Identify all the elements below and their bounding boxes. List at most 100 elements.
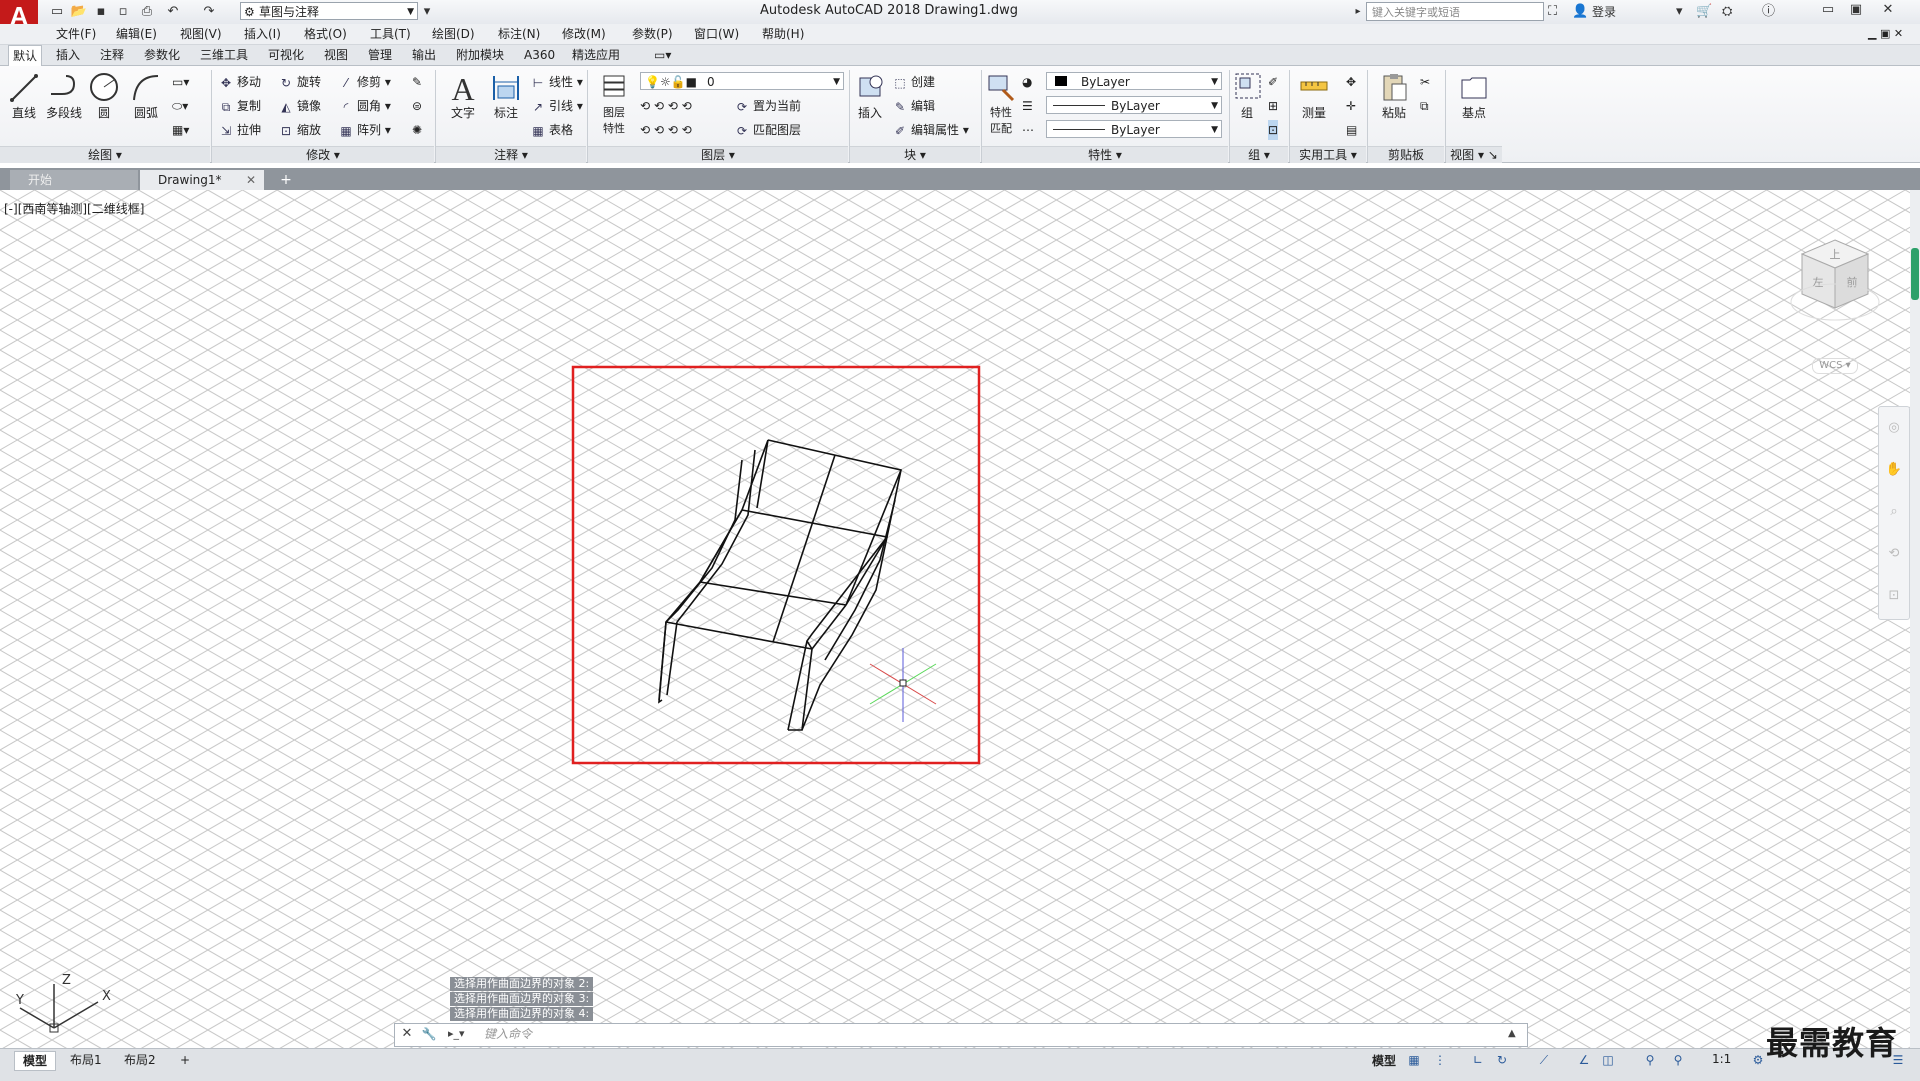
edit-attributes-button[interactable]: ✐ 编辑属性 ▾ — [892, 120, 969, 140]
mirror-button[interactable]: ◭ 镜像 — [278, 96, 321, 116]
add-layout-icon[interactable]: + — [172, 1051, 198, 1069]
model-space-toggle[interactable]: 模型 — [1372, 1052, 1396, 1069]
scale-button[interactable]: ⊡ 缩放 — [278, 120, 321, 140]
edit-block-button[interactable]: ✎ 编辑 — [892, 96, 935, 116]
menu-edit[interactable]: 编辑(E) — [116, 24, 157, 44]
tab-3d-tools[interactable]: 三维工具 — [196, 45, 252, 65]
measure-button[interactable]: 测量 — [1294, 70, 1334, 121]
annotation-scale-icon[interactable]: ⚲ — [1670, 1052, 1686, 1068]
new-tab-button[interactable]: + — [276, 170, 296, 190]
minimize-button[interactable]: ▭ — [1814, 0, 1842, 20]
menu-window[interactable]: 窗口(W) — [694, 24, 739, 44]
linetype-dropdown[interactable]: ByLayer ▼ — [1046, 96, 1222, 114]
save-as-icon[interactable]: ▫ — [114, 3, 132, 21]
tab-a360[interactable]: A360 — [520, 45, 559, 65]
rotate-button[interactable]: ↻ 旋转 — [278, 72, 321, 92]
match-properties-button[interactable]: 特性匹配 — [984, 70, 1018, 136]
explode-icon[interactable]: ✺ — [412, 120, 422, 140]
table-button[interactable]: ▦ 表格 — [530, 120, 573, 140]
ungroup-icon[interactable]: ⊞ — [1268, 96, 1278, 116]
plot-icon[interactable]: ⎙ — [138, 3, 156, 21]
vertical-scrollbar[interactable] — [1910, 190, 1920, 1048]
menu-draw[interactable]: 绘图(D) — [432, 24, 475, 44]
menu-modify[interactable]: 修改(M) — [562, 24, 606, 44]
annotation-scale-value[interactable]: 1:1 — [1712, 1052, 1731, 1066]
block-panel-title[interactable]: 块 ▾ — [850, 146, 980, 163]
linear-button[interactable]: ⊢ 线性 ▾ — [530, 72, 583, 92]
tab-start[interactable]: 开始 — [10, 170, 138, 190]
object-snap-tracking-icon[interactable]: ∠ — [1576, 1052, 1592, 1068]
tab-annotate[interactable]: 注释 — [96, 45, 128, 65]
workspace-dropdown[interactable]: ⚙ 草图与注释 ▼ — [240, 2, 418, 20]
expand-arrow-icon[interactable]: ▸ — [1352, 2, 1364, 21]
layout-tab-model[interactable]: 模型 — [14, 1051, 57, 1071]
group-button[interactable]: 组 — [1232, 70, 1262, 121]
cut-icon[interactable]: ✂ — [1420, 72, 1430, 92]
menu-insert[interactable]: 插入(I) — [244, 24, 281, 44]
layer-properties-button[interactable]: 图层特性 — [594, 70, 634, 136]
help-icon[interactable]: ⓘ — [1762, 3, 1775, 21]
layout-tab-layout1[interactable]: 布局1 — [62, 1051, 110, 1069]
lineweight-icon[interactable]: ⋯ — [1022, 120, 1034, 140]
viewcube-top-label[interactable]: 上 — [1830, 248, 1841, 261]
close-tab-icon[interactable]: ✕ — [246, 170, 256, 190]
menu-file[interactable]: 文件(F) — [56, 24, 96, 44]
groups-panel-title[interactable]: 组 ▾ — [1230, 146, 1288, 163]
viewcube[interactable]: 上 左 前 WCS ▾ — [1790, 236, 1880, 374]
menu-help[interactable]: 帮助(H) — [762, 24, 804, 44]
move-button[interactable]: ✥ 移动 — [218, 72, 261, 92]
view-panel-title[interactable]: 视图 ▾ ↘ — [1446, 146, 1502, 163]
ribbon-options-icon[interactable]: ▭▾ — [650, 45, 675, 65]
chevron-up-icon[interactable]: ▲ — [1508, 1024, 1516, 1044]
tab-default[interactable]: 默认 — [8, 45, 43, 66]
grid-icon[interactable]: ▦ — [1406, 1052, 1422, 1068]
tab-addins[interactable]: 附加模块 — [452, 45, 508, 65]
stretch-button[interactable]: ⇲ 拉伸 — [218, 120, 261, 140]
layout-tab-layout2[interactable]: 布局2 — [116, 1051, 164, 1069]
set-current-button[interactable]: ⟳ 置为当前 — [734, 96, 801, 116]
arc-button[interactable]: 圆弧 — [126, 70, 166, 121]
line-button[interactable]: 直线 — [6, 70, 42, 121]
snap-icon[interactable]: ⋮ — [1432, 1052, 1448, 1068]
cart-icon[interactable]: 🛒 — [1696, 3, 1712, 21]
calculator-icon[interactable]: ▤ — [1346, 120, 1357, 140]
command-prompt-icon[interactable]: ▸_▾ — [448, 1024, 468, 1044]
chevron-down-icon[interactable]: ▾ — [1676, 3, 1683, 21]
trim-button[interactable]: ⁄ 修剪 ▾ — [338, 72, 391, 92]
group-edit-icon[interactable]: ✐ — [1268, 72, 1278, 92]
menu-tools[interactable]: 工具(T) — [370, 24, 411, 44]
circle-button[interactable]: 圆 — [86, 70, 122, 121]
tab-parametric[interactable]: 参数化 — [140, 45, 184, 65]
clipboard-panel-title[interactable]: 剪贴板 — [1368, 146, 1444, 163]
tab-output[interactable]: 输出 — [408, 45, 440, 65]
workspace-gear-icon[interactable]: ⚙ — [1750, 1052, 1766, 1068]
viewcube-front-label[interactable]: 前 — [1847, 275, 1858, 289]
menu-parametric[interactable]: 参数(P) — [632, 24, 673, 44]
create-block-button[interactable]: ⬚ 创建 — [892, 72, 935, 92]
close-window-button[interactable]: ✕ — [1874, 0, 1902, 20]
isodraft-icon[interactable]: ⟋ — [1536, 1052, 1552, 1068]
color-wheel-icon[interactable]: ◕ — [1022, 72, 1032, 92]
redo-icon[interactable]: ↷ — [200, 3, 218, 21]
utilities-panel-title[interactable]: 实用工具 ▾ — [1290, 146, 1366, 163]
rectangle-icon[interactable]: ▭▾ — [172, 72, 189, 92]
draw-panel-title[interactable]: 绘图 ▾ — [0, 146, 210, 163]
customize-quick-access-icon[interactable]: ▾ — [418, 3, 436, 21]
viewcube-left-label[interactable]: 左 — [1813, 276, 1824, 289]
navigation-bar[interactable]: ◎ ✋ ⌕ ⟲ ⊡ — [1878, 406, 1910, 620]
annotation-visibility-icon[interactable]: ⚲ — [1642, 1052, 1658, 1068]
leader-button[interactable]: ↗ 引线 ▾ — [530, 96, 583, 116]
ortho-icon[interactable]: ∟ — [1470, 1052, 1486, 1068]
menu-format[interactable]: 格式(O) — [304, 24, 347, 44]
quick-select-icon[interactable]: ✥ — [1346, 72, 1356, 92]
layer-dropdown[interactable]: 💡☼🔓■ 0 ▼ — [640, 72, 844, 90]
tab-manage[interactable]: 管理 — [364, 45, 396, 65]
menu-view[interactable]: 视图(V) — [180, 24, 222, 44]
erase-icon[interactable]: ✎ — [412, 72, 422, 92]
paste-button[interactable]: 粘贴 — [1374, 70, 1414, 121]
binoculars-icon[interactable]: ⛶ — [1548, 3, 1557, 21]
point-icon[interactable]: ✛ — [1346, 96, 1356, 116]
tab-visualize[interactable]: 可视化 — [264, 45, 308, 65]
login-button[interactable]: 登录 — [1592, 3, 1616, 21]
layers-panel-title[interactable]: 图层 ▾ — [588, 146, 848, 163]
